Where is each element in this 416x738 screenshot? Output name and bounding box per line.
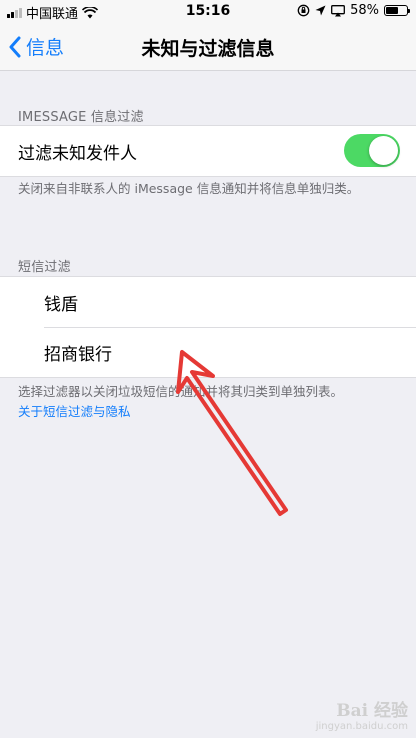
filter-unknown-senders-row[interactable]: 过滤未知发件人 bbox=[0, 126, 416, 176]
sms-filter-label: 招商银行 bbox=[44, 344, 112, 365]
imessage-section-header: IMESSAGE 信息过滤 bbox=[18, 110, 144, 125]
navigation-bar: 信息 未知与过滤信息 bbox=[0, 24, 416, 71]
sms-filter-label: 钱盾 bbox=[44, 294, 78, 315]
airplay-icon bbox=[331, 4, 346, 16]
battery-icon bbox=[384, 5, 410, 16]
filter-unknown-senders-toggle[interactable] bbox=[344, 134, 400, 167]
watermark: Bai 经验 jingyan.baidu.com bbox=[316, 696, 408, 732]
imessage-section-footer: 关闭来自非联系人的 iMessage 信息通知并将信息单独归类。 bbox=[18, 181, 360, 196]
sms-filter-group: 钱盾 招商银行 bbox=[0, 276, 416, 378]
filter-unknown-senders-label: 过滤未知发件人 bbox=[18, 143, 137, 164]
toggle-knob bbox=[369, 136, 398, 165]
watermark-url: jingyan.baidu.com bbox=[315, 721, 408, 732]
sms-filter-item[interactable]: 招商银行 bbox=[0, 327, 416, 377]
sms-section-header: 短信过滤 bbox=[18, 260, 71, 275]
sms-section-footer: 选择过滤器以关闭垃圾短信的通知并将其归类到单独列表。 bbox=[18, 384, 344, 399]
status-bar: 中国联通 15:16 58% bbox=[0, 0, 416, 24]
sms-filter-item[interactable]: 钱盾 bbox=[0, 277, 416, 327]
watermark-brand: Bai 经验 bbox=[336, 701, 408, 721]
imessage-filter-group: 过滤未知发件人 bbox=[0, 125, 416, 177]
status-right: 58% bbox=[297, 3, 410, 18]
location-icon bbox=[315, 5, 326, 16]
page-title: 未知与过滤信息 bbox=[141, 38, 275, 60]
battery-level bbox=[386, 7, 398, 14]
sms-privacy-link[interactable]: 关于短信过滤与隐私 bbox=[18, 401, 131, 420]
orientation-lock-icon bbox=[297, 4, 310, 17]
battery-percent: 58% bbox=[350, 3, 379, 18]
